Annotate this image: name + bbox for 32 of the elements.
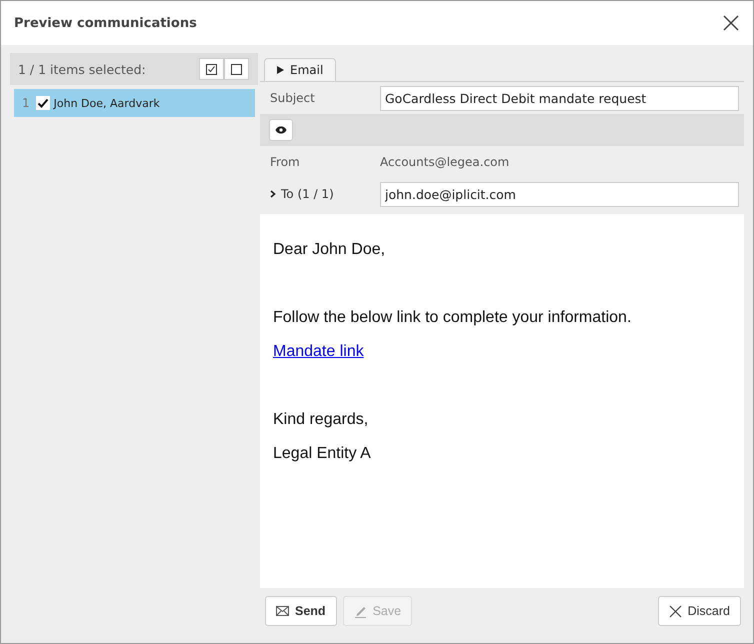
close-icon[interactable] [723, 15, 739, 31]
body-text: Legal Entity A [273, 444, 372, 464]
envelope-icon [276, 606, 289, 616]
preview-button[interactable] [269, 119, 293, 141]
selection-summary: 1 / 1 items selected: [18, 62, 146, 76]
from-address: Accounts@legea.com [380, 155, 510, 169]
eye-icon [275, 126, 287, 134]
email-tab[interactable]: Email [264, 58, 336, 81]
discard-button[interactable]: Discard [658, 596, 741, 626]
select-none-button[interactable] [224, 58, 249, 80]
row-number: 1 [22, 96, 30, 110]
triangle-icon [277, 66, 284, 74]
body-text: Follow the below link to complete your information. [273, 308, 632, 328]
select-all-button[interactable] [199, 58, 224, 80]
checkbox[interactable] [36, 96, 50, 110]
empty-box-icon [231, 64, 242, 74]
recipient-item[interactable]: 1 John Doe, Aardvark [14, 89, 255, 117]
subject-field[interactable]: GoCardless Direct Debit mandate request [380, 86, 739, 110]
body-text: Dear John Doe, [273, 240, 386, 260]
checked-box-icon [206, 64, 217, 74]
recipient-name: John Doe, Aardvark [54, 96, 160, 110]
body-text: Kind regards, [273, 410, 370, 430]
window-title: Preview communications [14, 16, 197, 30]
from-label: From [270, 155, 301, 169]
pencil-icon [354, 604, 367, 618]
subject-label: Subject [270, 91, 316, 105]
to-toggle[interactable]: To (1 / 1) [270, 187, 380, 201]
mandate-link[interactable]: Mandate link [273, 343, 364, 360]
send-button[interactable]: Send [265, 596, 337, 626]
close-icon [668, 604, 682, 618]
to-field[interactable]: john.doe@iplicit.com [380, 182, 739, 206]
chevron-icon [270, 190, 276, 198]
